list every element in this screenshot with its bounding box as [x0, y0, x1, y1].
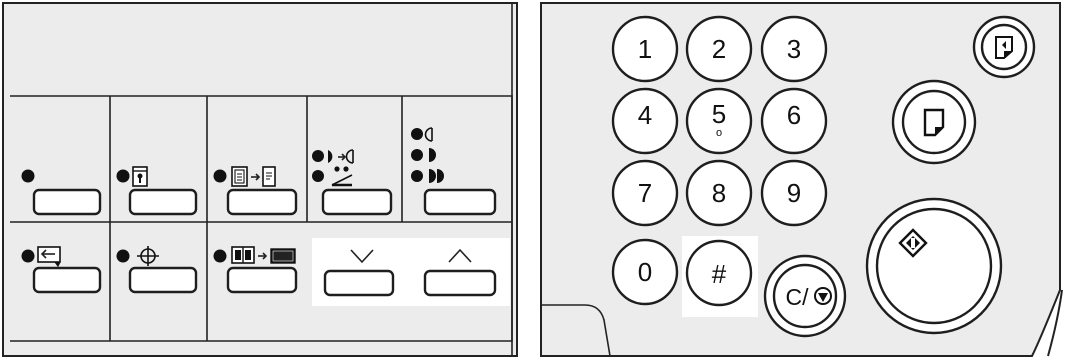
print-button[interactable] — [891, 79, 977, 165]
indicator-dot — [116, 169, 130, 183]
button-key[interactable] — [423, 188, 497, 216]
proof-button[interactable] — [972, 15, 1036, 79]
indicator-dot — [213, 249, 227, 263]
key-5-tactile-mark: o — [716, 127, 722, 139]
key-1[interactable]: 1 — [611, 15, 679, 83]
button-key[interactable] — [226, 188, 298, 216]
key-9-label: 9 — [787, 178, 801, 208]
key-8[interactable]: 8 — [685, 159, 753, 227]
button-key[interactable] — [128, 188, 198, 216]
button-key[interactable] — [32, 188, 102, 216]
control-panel: 1 2 3 4 5 o 6 7 8 9 0 # C/ — [2, 2, 1063, 357]
button-key[interactable] — [323, 269, 395, 297]
key-5-label: 5 — [712, 99, 726, 129]
key-6-label: 6 — [787, 100, 801, 130]
key-8-label: 8 — [712, 178, 726, 208]
left-panel — [2, 2, 518, 357]
indicator-dot — [213, 169, 227, 183]
button-key[interactable] — [226, 266, 298, 294]
key-5[interactable]: 5 o — [685, 87, 753, 155]
key-0-label: 0 — [638, 257, 652, 287]
button-key[interactable] — [423, 269, 497, 297]
indicator-dot — [21, 169, 35, 183]
right-panel: 1 2 3 4 5 o 6 7 8 9 0 # C/ — [540, 2, 1063, 357]
key-hash-label: # — [712, 259, 727, 289]
indicator-dot — [116, 249, 130, 263]
button-key[interactable] — [32, 266, 102, 294]
key-7[interactable]: 7 — [611, 159, 679, 227]
key-3-label: 3 — [787, 34, 801, 64]
key-9[interactable]: 9 — [760, 159, 828, 227]
indicator-dot — [21, 249, 35, 263]
button-key[interactable] — [128, 266, 198, 294]
key-6[interactable]: 6 — [760, 87, 828, 155]
key-3[interactable]: 3 — [760, 15, 828, 83]
clear-stop-label: C/ — [786, 284, 810, 310]
key-4-label: 4 — [638, 100, 652, 130]
key-2-label: 2 — [712, 34, 726, 64]
button-key[interactable] — [321, 188, 393, 216]
key-0[interactable]: 0 — [611, 238, 679, 306]
key-2[interactable]: 2 — [685, 15, 753, 83]
key-card-icon — [132, 166, 148, 187]
key-hash[interactable]: # — [685, 239, 753, 307]
key-7-label: 7 — [638, 178, 652, 208]
key-4[interactable]: 4 — [611, 87, 679, 155]
numeric-keypad: 1 2 3 4 5 o 6 7 8 9 0 # C/ — [611, 15, 847, 338]
page-icon — [923, 108, 945, 137]
key-1-label: 1 — [638, 34, 652, 64]
start-button[interactable] — [865, 197, 1003, 335]
clear-stop-button[interactable]: C/ — [763, 254, 847, 338]
